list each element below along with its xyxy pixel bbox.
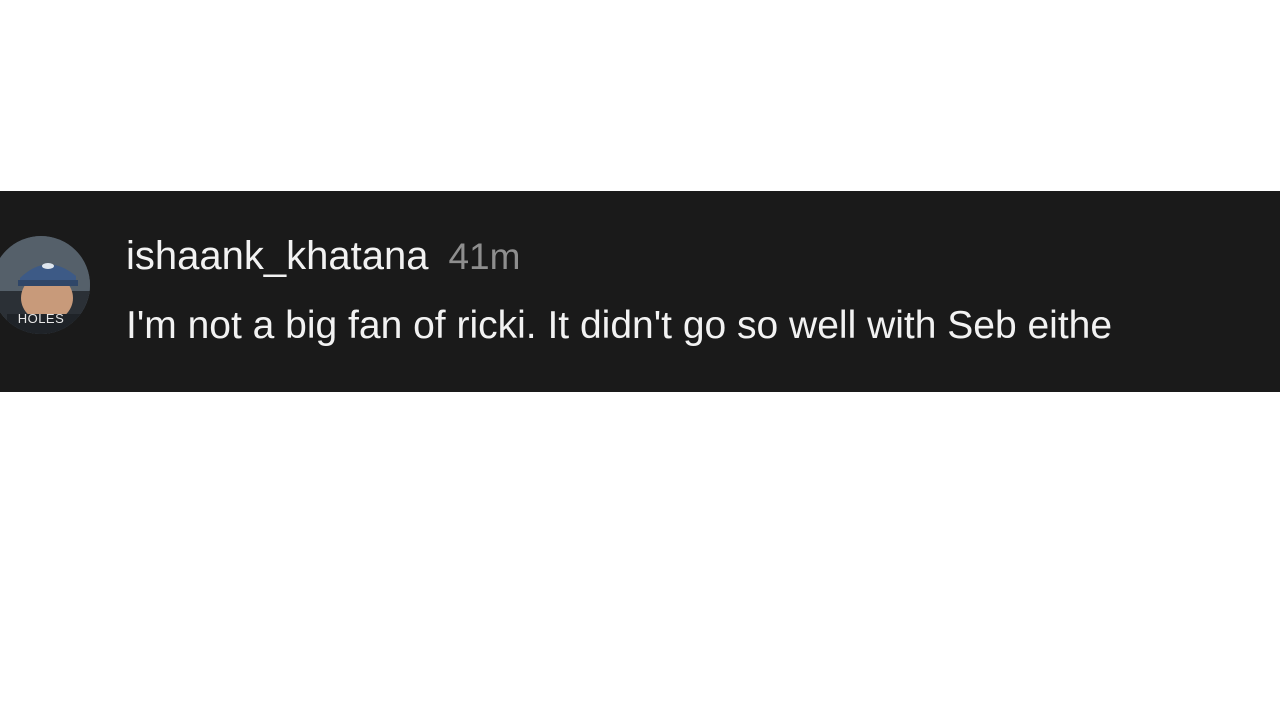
username-link[interactable]: ishaank_khatana: [126, 234, 428, 279]
avatar[interactable]: HOLES: [0, 236, 90, 334]
comment-card: HOLES ishaank_khatana 41m I'm not a big …: [0, 191, 1280, 392]
page: HOLES ishaank_khatana 41m I'm not a big …: [0, 0, 1280, 720]
comment-text: I'm not a big fan of ricki. It didn't go…: [126, 304, 1113, 347]
comment-meta: ishaank_khatana 41m: [126, 234, 1280, 282]
timestamp: 41m: [448, 236, 521, 277]
comment-body: ishaank_khatana 41m I'm not a big fan of…: [126, 234, 1280, 348]
avatar-caption: HOLES: [17, 311, 65, 326]
